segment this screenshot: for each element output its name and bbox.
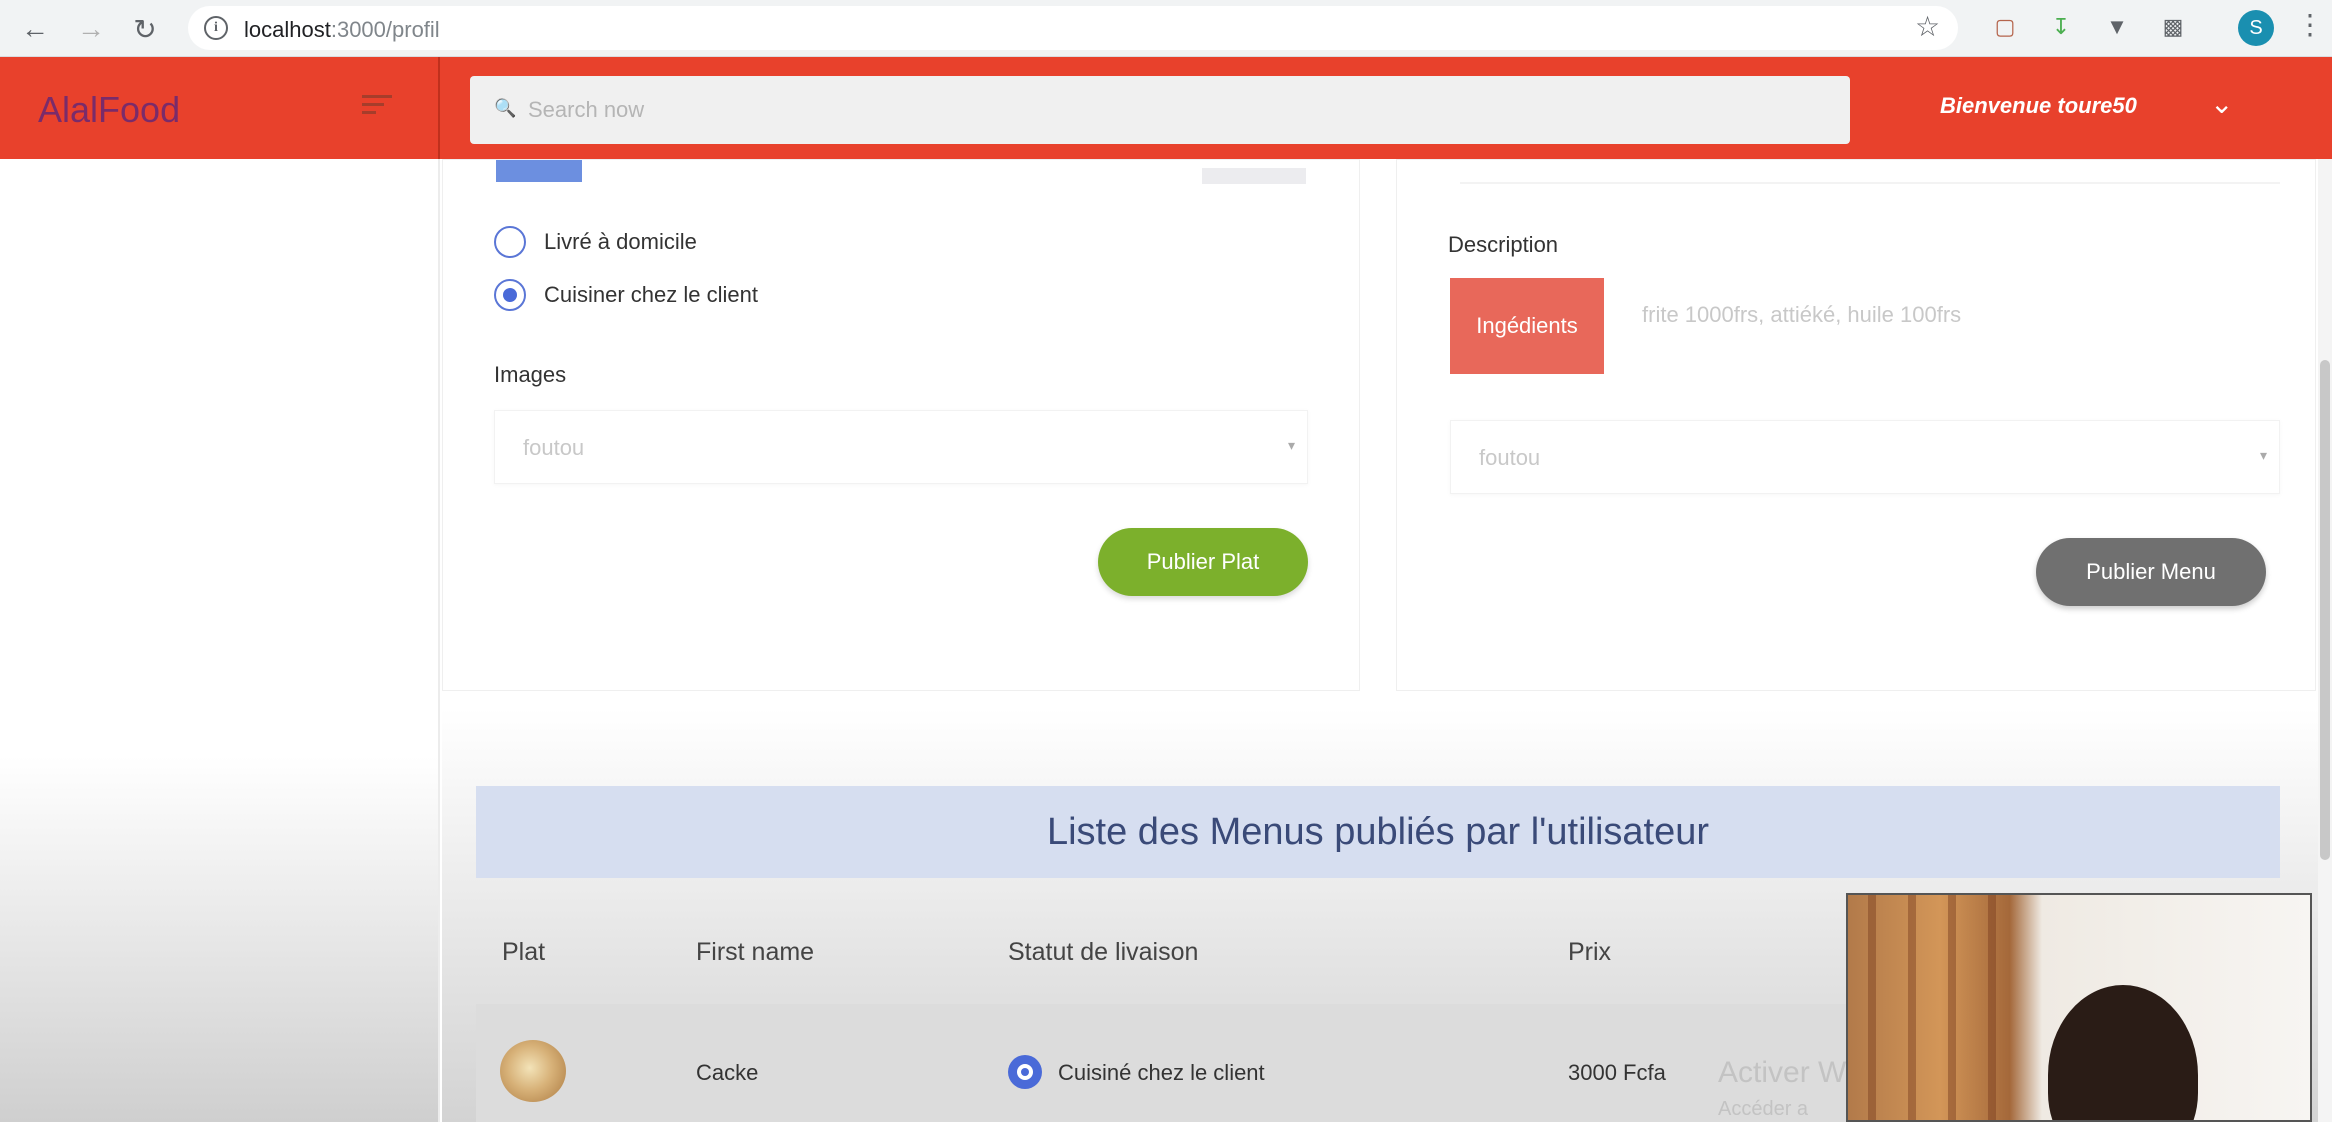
radio-button[interactable]: [494, 226, 526, 258]
dish-thumbnail: [500, 1040, 566, 1102]
caret-down-icon: ▾: [1287, 437, 1295, 453]
url-text[interactable]: localhost:3000/profil: [244, 17, 440, 43]
pdf-extension-icon[interactable]: ▢: [1990, 12, 2020, 42]
select-value: foutou: [1479, 445, 1541, 470]
webcam-overlay: [1846, 893, 2312, 1122]
column-header-price: Prix: [1568, 938, 1612, 966]
vpn-extension-icon[interactable]: ▼: [2102, 12, 2132, 42]
brand-area: AlalFood: [0, 57, 440, 159]
ingredients-input[interactable]: frite 1000frs, attiéké, huile 100frs: [1618, 272, 2278, 376]
select-value: foutou: [523, 435, 585, 460]
profile-avatar[interactable]: S: [2238, 10, 2274, 46]
column-header-first-name: First name: [696, 938, 815, 966]
sidebar: [0, 159, 440, 1122]
radio-label: Cuisiner chez le client: [544, 282, 758, 307]
browser-toolbar: ← → ↻ i localhost:3000/profil ☆ ▢ ↧ ▼ ▩ …: [0, 0, 2332, 57]
description-label: Description: [1448, 232, 1559, 257]
search-icon: 🔍: [494, 98, 517, 118]
delivery-option-home[interactable]: Livré à domicile: [494, 226, 697, 258]
publish-menu-button[interactable]: Publier Menu: [2036, 538, 2266, 606]
download-extension-icon[interactable]: ↧: [2046, 12, 2076, 42]
brand-logo[interactable]: AlalFood: [38, 89, 180, 131]
app-header: AlalFood 🔍 Bienvenue toure50 ⌄: [0, 57, 2332, 159]
forward-arrow-icon[interactable]: →: [72, 10, 110, 48]
address-bar[interactable]: i localhost:3000/profil: [188, 6, 1958, 50]
bookmark-star-icon[interactable]: ☆: [1915, 10, 1940, 43]
row-status: Cuisiné chez le client: [1058, 1060, 1265, 1085]
back-arrow-icon[interactable]: ←: [16, 10, 54, 48]
person-head: [2048, 985, 2198, 1120]
info-icon[interactable]: i: [204, 16, 228, 40]
images-label: Images: [494, 362, 567, 387]
images-select[interactable]: foutou ▾: [494, 410, 1308, 484]
search-input[interactable]: [526, 90, 1806, 130]
radio-button-checked[interactable]: [494, 279, 526, 311]
ingredients-button[interactable]: Ingédients: [1450, 278, 1604, 374]
status-radio-icon: [1008, 1055, 1042, 1089]
menu-select[interactable]: foutou ▾: [1450, 420, 2280, 494]
scrollbar-thumb[interactable]: [2320, 360, 2330, 860]
partial-blue-element: [496, 160, 582, 182]
divider: [1460, 182, 2280, 184]
activate-windows-subtext: Accéder a: [1718, 1098, 1809, 1120]
column-header-status: Statut de livaison: [1008, 938, 1199, 966]
activate-windows-watermark: Activer W: [1718, 1056, 1847, 1089]
caret-down-icon: ▾: [2259, 447, 2267, 463]
search-bar: 🔍: [470, 76, 1850, 144]
screenshot-extension-icon[interactable]: ▩: [2158, 12, 2188, 42]
column-header-plat: Plat: [502, 938, 546, 966]
hamburger-menu-icon[interactable]: [362, 95, 392, 117]
radio-label: Livré à domicile: [544, 229, 697, 254]
ingredients-placeholder: frite 1000frs, attiéké, huile 100frs: [1642, 302, 1962, 327]
reload-icon[interactable]: ↻: [126, 10, 164, 48]
chevron-down-icon[interactable]: ⌄: [2210, 87, 2233, 120]
row-first-name: Cacke: [696, 1060, 759, 1085]
delivery-option-client[interactable]: Cuisiner chez le client: [494, 279, 758, 311]
partial-gray-element: [1202, 168, 1306, 184]
row-price: 3000 Fcfa: [1568, 1060, 1666, 1085]
kebab-menu-icon[interactable]: ⋮: [2296, 8, 2324, 41]
welcome-user-text[interactable]: Bienvenue toure50: [1940, 93, 2137, 119]
publish-plat-button[interactable]: Publier Plat: [1098, 528, 1308, 596]
menu-list-title: Liste des Menus publiés par l'utilisateu…: [476, 786, 2280, 878]
